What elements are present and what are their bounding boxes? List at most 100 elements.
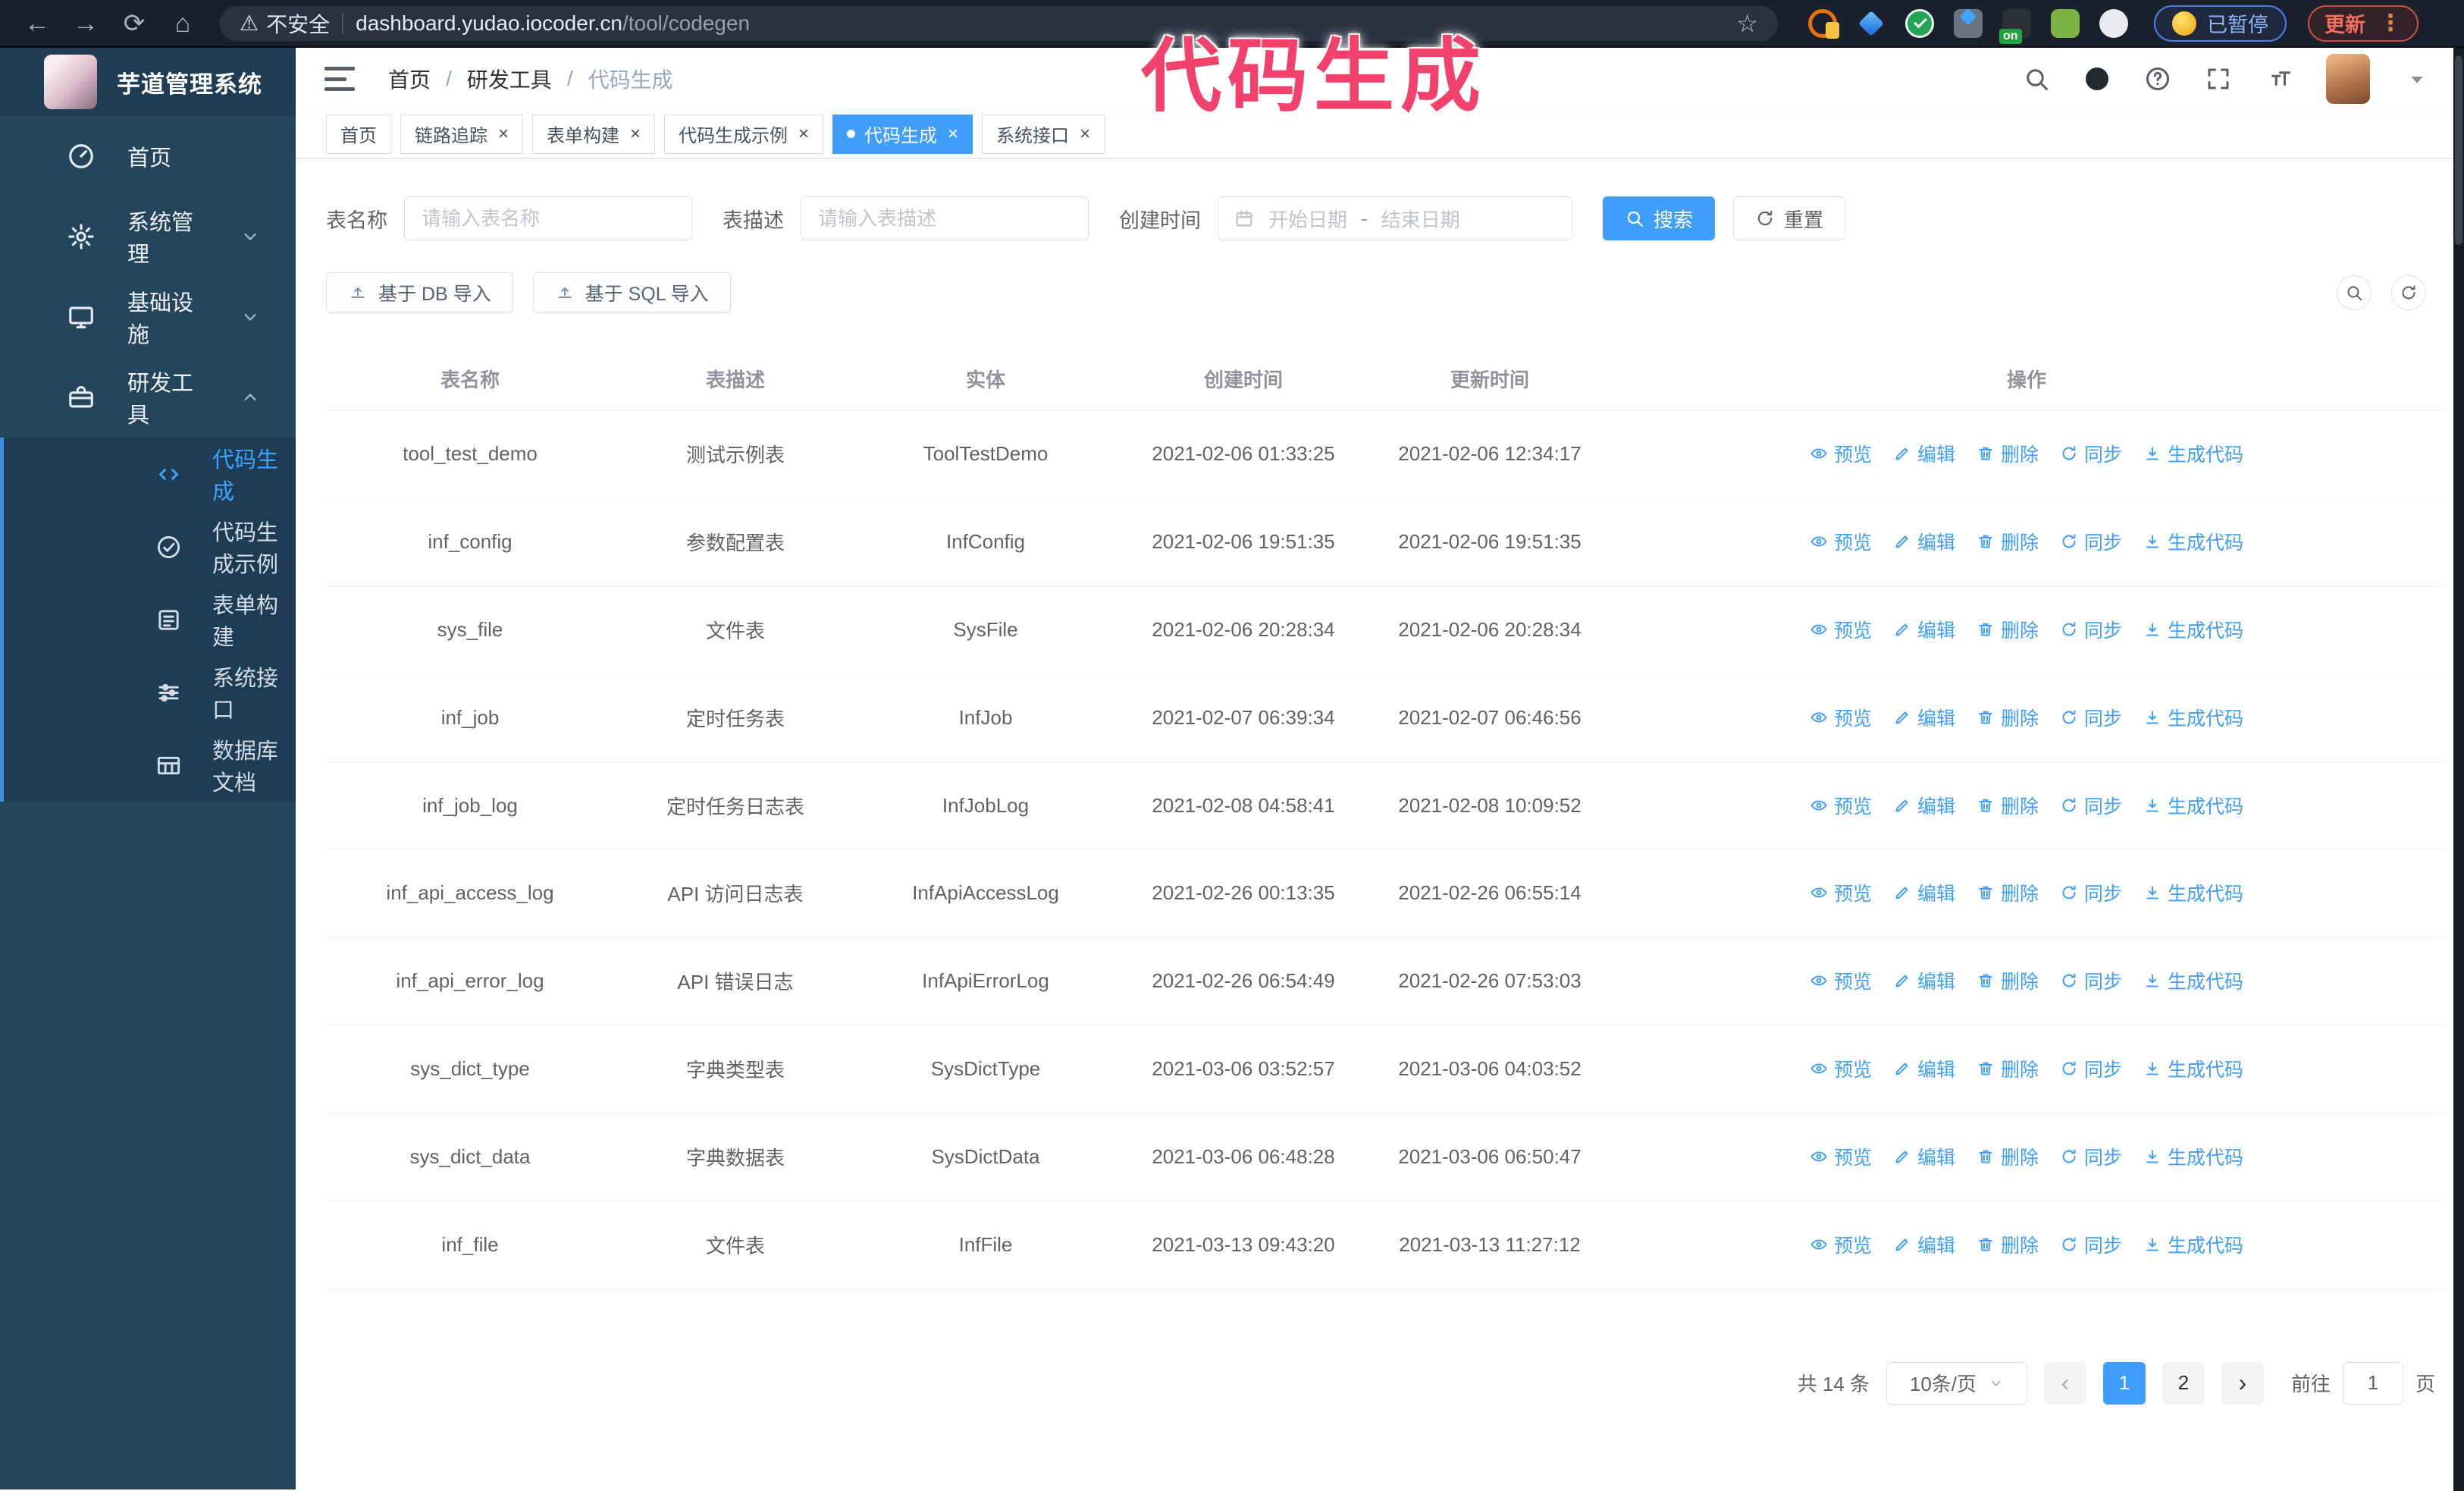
breadcrumb-item[interactable]: 首页 xyxy=(388,64,431,94)
tab-首页[interactable]: 首页 xyxy=(326,114,391,154)
action-删除[interactable]: 删除 xyxy=(1977,440,2039,467)
sidebar-item[interactable]: 基础设施 xyxy=(0,277,296,357)
back-icon[interactable]: ← xyxy=(15,1,59,46)
table-name-input[interactable] xyxy=(404,196,692,240)
action-删除[interactable]: 删除 xyxy=(1977,879,2039,906)
action-预览[interactable]: 预览 xyxy=(1810,704,1872,731)
action-预览[interactable]: 预览 xyxy=(1810,440,1872,467)
action-删除[interactable]: 删除 xyxy=(1977,704,2039,731)
breadcrumb-item[interactable]: 研发工具 xyxy=(467,64,552,94)
tab-代码生成示例[interactable]: 代码生成示例 × xyxy=(664,114,824,154)
action-同步[interactable]: 同步 xyxy=(2060,792,2122,819)
extension-icon-green-check[interactable] xyxy=(1905,8,1934,38)
import-db-button[interactable]: 基于 DB 导入 xyxy=(326,272,513,313)
action-预览[interactable]: 预览 xyxy=(1810,879,1872,906)
sidebar-subitem[interactable]: 表单构建 xyxy=(4,583,296,656)
action-预览[interactable]: 预览 xyxy=(1810,616,1872,643)
action-预览[interactable]: 预览 xyxy=(1810,528,1872,555)
extension-icon-orange[interactable] xyxy=(1808,8,1839,39)
import-sql-button[interactable]: 基于 SQL 导入 xyxy=(532,272,731,313)
table-desc-input[interactable] xyxy=(801,196,1089,240)
extension-icon-dark[interactable]: on xyxy=(1999,8,2031,44)
extension-icon-android[interactable] xyxy=(2051,8,2080,38)
action-同步[interactable]: 同步 xyxy=(2060,704,2122,731)
home-icon[interactable]: ⌂ xyxy=(161,1,205,46)
action-同步[interactable]: 同步 xyxy=(2060,440,2122,467)
tab-代码生成[interactable]: 代码生成 × xyxy=(832,114,973,154)
reload-icon[interactable]: ⟳ xyxy=(112,1,156,46)
action-删除[interactable]: 删除 xyxy=(1977,1231,2039,1258)
action-同步[interactable]: 同步 xyxy=(2060,1231,2122,1258)
sidebar-toggle-icon[interactable] xyxy=(324,67,355,91)
action-删除[interactable]: 删除 xyxy=(1977,792,2039,819)
browser-update-button[interactable]: 更新 ⋮ xyxy=(2308,5,2419,42)
action-编辑[interactable]: 编辑 xyxy=(1893,704,1955,731)
next-page-button[interactable]: › xyxy=(2221,1361,2264,1405)
refresh-table-button[interactable] xyxy=(2391,275,2426,310)
action-删除[interactable]: 删除 xyxy=(1977,967,2039,994)
action-预览[interactable]: 预览 xyxy=(1810,792,1872,819)
page-number-button[interactable]: 2 xyxy=(2161,1361,2205,1405)
toggle-search-button[interactable] xyxy=(2337,275,2372,310)
help-icon[interactable] xyxy=(2144,65,2171,93)
action-预览[interactable]: 预览 xyxy=(1810,1143,1872,1170)
action-生成代码[interactable]: 生成代码 xyxy=(2143,704,2243,731)
search-button[interactable]: 搜索 xyxy=(1603,196,1716,240)
scrollbar-thumb[interactable] xyxy=(2455,55,2462,245)
fullscreen-icon[interactable] xyxy=(2205,65,2232,93)
action-预览[interactable]: 预览 xyxy=(1810,1055,1872,1082)
action-生成代码[interactable]: 生成代码 xyxy=(2143,616,2243,643)
action-编辑[interactable]: 编辑 xyxy=(1893,1055,1955,1082)
search-icon[interactable] xyxy=(2023,65,2050,93)
sidebar-subitem[interactable]: 代码生成示例 xyxy=(4,510,296,583)
action-编辑[interactable]: 编辑 xyxy=(1893,967,1955,994)
forward-icon[interactable]: → xyxy=(64,1,108,46)
tab-链路追踪[interactable]: 链路追踪 × xyxy=(400,114,524,154)
extension-icon-grid[interactable] xyxy=(1954,8,1983,38)
page-scrollbar[interactable] xyxy=(2453,48,2464,1491)
sidebar-item[interactable]: 首页 xyxy=(0,116,296,196)
address-bar[interactable]: ⚠ 不安全 dashboard.yudao.iocoder.cn/tool/co… xyxy=(220,5,1778,41)
action-编辑[interactable]: 编辑 xyxy=(1893,792,1955,819)
github-icon[interactable] xyxy=(2083,65,2111,93)
goto-page-input[interactable] xyxy=(2342,1361,2403,1405)
user-avatar[interactable] xyxy=(2326,54,2370,104)
close-tab-icon[interactable]: × xyxy=(498,124,509,143)
profile-paused-badge[interactable]: 已暂停 xyxy=(2154,5,2287,42)
action-同步[interactable]: 同步 xyxy=(2060,1143,2122,1170)
action-编辑[interactable]: 编辑 xyxy=(1893,879,1955,906)
action-同步[interactable]: 同步 xyxy=(2060,528,2122,555)
sidebar-item[interactable]: 研发工具 xyxy=(0,357,296,438)
action-生成代码[interactable]: 生成代码 xyxy=(2143,528,2243,555)
action-删除[interactable]: 删除 xyxy=(1977,1055,2039,1082)
action-同步[interactable]: 同步 xyxy=(2060,1055,2122,1082)
action-预览[interactable]: 预览 xyxy=(1810,967,1872,994)
action-生成代码[interactable]: 生成代码 xyxy=(2143,1231,2243,1258)
action-编辑[interactable]: 编辑 xyxy=(1893,616,1955,643)
prev-page-button[interactable]: ‹ xyxy=(2043,1361,2086,1405)
action-同步[interactable]: 同步 xyxy=(2060,967,2122,994)
action-编辑[interactable]: 编辑 xyxy=(1893,528,1955,555)
close-tab-icon[interactable]: × xyxy=(798,124,809,143)
bookmark-star-icon[interactable]: ☆ xyxy=(1736,9,1758,38)
page-number-button[interactable]: 1 xyxy=(2102,1361,2146,1405)
tab-表单构建[interactable]: 表单构建 × xyxy=(532,114,656,154)
extension-icon-gem[interactable] xyxy=(1857,9,1886,38)
action-编辑[interactable]: 编辑 xyxy=(1893,440,1955,467)
action-生成代码[interactable]: 生成代码 xyxy=(2143,967,2243,994)
action-删除[interactable]: 删除 xyxy=(1977,528,2039,555)
action-生成代码[interactable]: 生成代码 xyxy=(2143,879,2243,906)
action-生成代码[interactable]: 生成代码 xyxy=(2143,440,2243,467)
action-删除[interactable]: 删除 xyxy=(1977,1143,2039,1170)
date-range-picker[interactable]: 开始日期 - 结束日期 xyxy=(1218,196,1572,240)
sidebar-item[interactable]: 系统管理 xyxy=(0,196,296,277)
kebab-menu-icon[interactable]: ⋮ xyxy=(2379,10,2402,36)
page-size-select[interactable]: 10条/页 xyxy=(1886,1361,2027,1405)
action-编辑[interactable]: 编辑 xyxy=(1893,1231,1955,1258)
reset-button[interactable]: 重置 xyxy=(1733,196,1846,240)
action-生成代码[interactable]: 生成代码 xyxy=(2143,1055,2243,1082)
sidebar-subitem[interactable]: 代码生成 xyxy=(4,438,296,510)
close-tab-icon[interactable]: × xyxy=(1080,124,1090,143)
sidebar-subitem[interactable]: 系统接口 xyxy=(4,656,296,729)
sidebar-subitem[interactable]: 数据库文档 xyxy=(4,729,296,802)
